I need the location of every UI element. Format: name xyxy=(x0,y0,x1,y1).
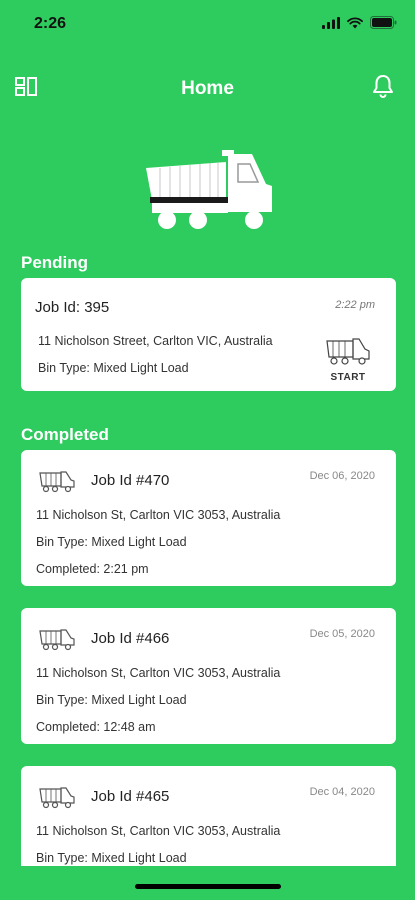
job-address: 11 Nicholson St, Carlton VIC 3053, Austr… xyxy=(36,666,281,680)
truck-icon xyxy=(39,787,75,809)
status-time: 2:26 xyxy=(34,15,67,32)
job-id: Job Id: 395 xyxy=(35,299,110,316)
completed-job-card[interactable]: Job Id #466 Dec 05, 2020 11 Nicholson St… xyxy=(21,608,396,744)
job-date: Dec 06, 2020 xyxy=(309,470,375,482)
completed-section-title: Completed xyxy=(21,425,109,444)
battery-icon xyxy=(370,16,397,29)
job-time: 2:22 pm xyxy=(335,299,375,311)
bottom-safe-area xyxy=(0,866,415,900)
job-completed-time: Completed: 12:48 am xyxy=(36,720,156,734)
job-bin-type: Bin Type: Mixed Light Load xyxy=(36,535,187,549)
truck-icon xyxy=(39,471,75,493)
page-title: Home xyxy=(181,78,234,99)
status-bar: 2:26 xyxy=(0,0,415,48)
job-id: Job Id #465 xyxy=(91,788,170,805)
job-id: Job Id #470 xyxy=(91,472,170,489)
job-bin-type: Bin Type: Mixed Light Load xyxy=(38,361,189,375)
job-completed-time: Completed: 2:21 pm xyxy=(36,562,149,576)
notifications-button[interactable] xyxy=(369,72,397,100)
start-job-button[interactable]: START xyxy=(323,335,373,383)
truck-icon xyxy=(326,338,370,365)
home-indicator[interactable] xyxy=(135,884,281,889)
job-id: Job Id #466 xyxy=(91,630,170,647)
app-header: Home xyxy=(0,70,415,110)
job-bin-type: Bin Type: Mixed Light Load xyxy=(36,851,187,865)
pending-section-title: Pending xyxy=(21,253,89,272)
bell-icon xyxy=(373,75,393,98)
job-address: 11 Nicholson St, Carlton VIC 3053, Austr… xyxy=(36,824,281,838)
signal-icon xyxy=(322,16,340,29)
job-address: 11 Nicholson St, Carlton VIC 3053, Austr… xyxy=(36,508,281,522)
wifi-icon xyxy=(347,16,363,28)
start-label: START xyxy=(330,372,366,383)
status-icons xyxy=(322,16,397,29)
completed-job-card[interactable]: Job Id #470 Dec 06, 2020 11 Nicholson St… xyxy=(21,450,396,586)
job-bin-type: Bin Type: Mixed Light Load xyxy=(36,693,187,707)
job-date: Dec 05, 2020 xyxy=(309,628,375,640)
truck-icon xyxy=(39,629,75,651)
truck-illustration-icon xyxy=(146,150,272,229)
job-address: 11 Nicholson Street, Carlton VIC, Austra… xyxy=(38,334,273,348)
job-date: Dec 04, 2020 xyxy=(309,786,375,798)
pending-job-card[interactable]: Job Id: 395 2:22 pm 11 Nicholson Street,… xyxy=(21,278,396,391)
